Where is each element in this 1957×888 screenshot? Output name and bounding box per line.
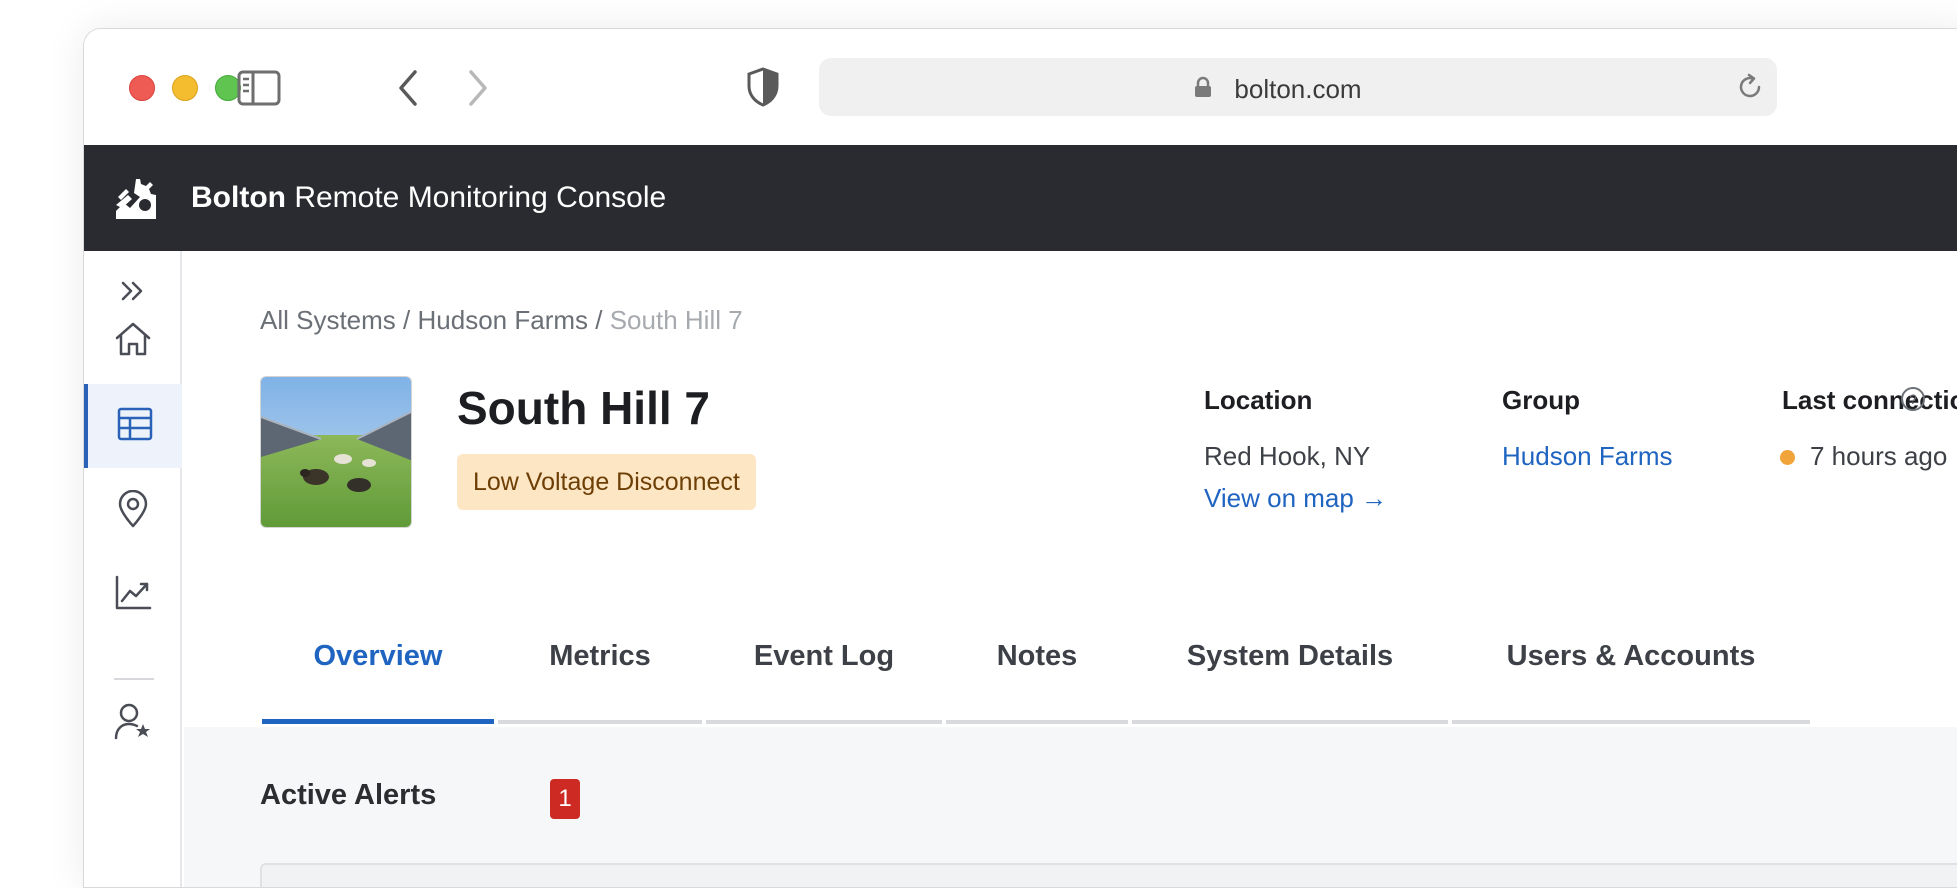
app-brand: Bolton bbox=[191, 181, 286, 214]
breadcrumb-separator: / bbox=[403, 305, 411, 335]
bolton-logo-icon bbox=[112, 175, 160, 228]
group-label: Group bbox=[1502, 385, 1580, 415]
sidebar-toggle-icon[interactable] bbox=[237, 70, 281, 111]
system-title: South Hill 7 bbox=[457, 382, 710, 434]
privacy-shield-icon[interactable] bbox=[746, 67, 780, 112]
group-link[interactable]: Hudson Farms bbox=[1502, 441, 1673, 472]
address-bar[interactable]: bolton.com bbox=[819, 58, 1777, 116]
tab-event-log[interactable]: Event Log bbox=[706, 596, 942, 724]
connection-status-dot bbox=[1780, 450, 1795, 465]
sidebar-item-users[interactable] bbox=[84, 681, 182, 765]
last-connection-label: Last connection bbox=[1782, 385, 1957, 415]
back-icon[interactable] bbox=[396, 69, 420, 112]
table-icon bbox=[117, 407, 153, 446]
sidebar-item-systems[interactable] bbox=[84, 384, 182, 468]
system-photo bbox=[260, 376, 412, 528]
tab-metrics[interactable]: Metrics bbox=[498, 596, 702, 724]
tab-bar: Overview Metrics Event Log Notes System … bbox=[184, 596, 1957, 724]
alerts-count-badge: 1 bbox=[550, 779, 580, 819]
sidebar bbox=[84, 251, 182, 887]
alerts-list bbox=[260, 863, 1957, 887]
view-on-map-link[interactable]: View on map → bbox=[1204, 483, 1387, 514]
app-header: Bolton Remote Monitoring Console bbox=[84, 145, 1957, 251]
breadcrumb-current: South Hill 7 bbox=[609, 305, 743, 335]
help-icon[interactable]: ? bbox=[1899, 385, 1927, 418]
home-icon bbox=[114, 321, 152, 362]
user-star-icon bbox=[114, 702, 152, 745]
tab-users-accounts[interactable]: Users & Accounts bbox=[1452, 596, 1810, 724]
sidebar-divider bbox=[114, 678, 154, 680]
sidebar-item-map[interactable] bbox=[84, 469, 182, 553]
minimize-window-button[interactable] bbox=[172, 75, 198, 101]
svg-text:?: ? bbox=[1909, 391, 1917, 407]
breadcrumb-all-systems[interactable]: All Systems bbox=[260, 305, 396, 335]
tab-overview[interactable]: Overview bbox=[262, 596, 494, 724]
sidebar-item-home[interactable] bbox=[84, 299, 182, 383]
app-title: Bolton Remote Monitoring Console bbox=[191, 181, 666, 215]
breadcrumb-hudson-farms[interactable]: Hudson Farms bbox=[418, 305, 589, 335]
location-value: Red Hook, NY bbox=[1204, 441, 1371, 471]
last-connection-value: 7 hours ago bbox=[1810, 441, 1948, 471]
active-alerts-heading: Active Alerts bbox=[260, 779, 437, 811]
forward-icon[interactable] bbox=[466, 69, 490, 112]
chart-icon bbox=[114, 575, 152, 616]
location-label: Location bbox=[1204, 385, 1313, 415]
status-badge: Low Voltage Disconnect bbox=[457, 454, 756, 510]
breadcrumb: All Systems / Hudson Farms / South Hill … bbox=[260, 305, 743, 336]
app-subtitle: Remote Monitoring Console bbox=[294, 181, 667, 214]
browser-window: bolton.com Bolton Remote Monitoring Cons… bbox=[83, 28, 1957, 888]
sidebar-item-analytics[interactable] bbox=[84, 553, 182, 637]
location-pin-icon bbox=[117, 489, 149, 533]
breadcrumb-separator: / bbox=[595, 305, 603, 335]
main-content: All Systems / Hudson Farms / South Hill … bbox=[184, 251, 1957, 887]
tab-system-details[interactable]: System Details bbox=[1132, 596, 1448, 724]
overview-panel: Active Alerts 1 bbox=[184, 727, 1957, 887]
url-text: bolton.com bbox=[1234, 74, 1362, 104]
reload-icon[interactable] bbox=[1735, 72, 1765, 107]
tab-notes[interactable]: Notes bbox=[946, 596, 1128, 724]
close-window-button[interactable] bbox=[129, 75, 155, 101]
browser-toolbar: bolton.com bbox=[84, 29, 1957, 145]
